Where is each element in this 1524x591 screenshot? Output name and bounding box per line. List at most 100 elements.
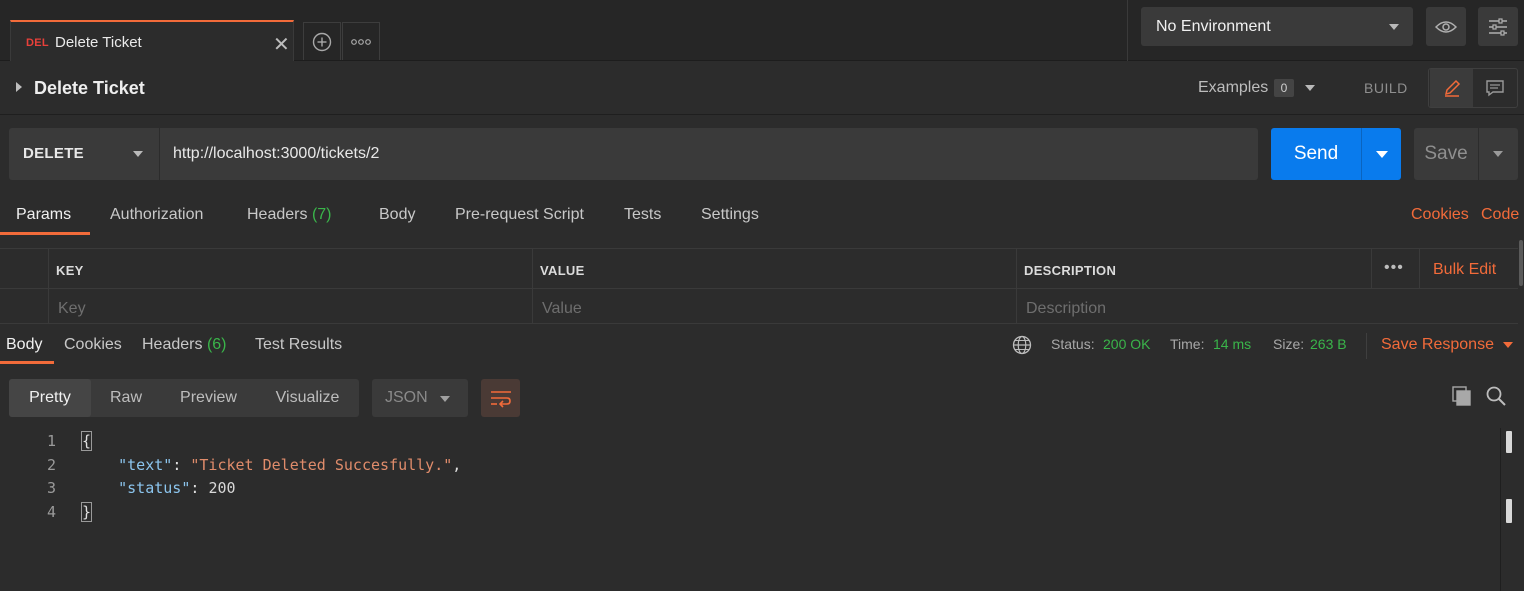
comments-button[interactable] — [1473, 69, 1516, 107]
code-line: "text": "Ticket Deleted Succesfully.", — [118, 456, 462, 474]
search-icon[interactable] — [1485, 385, 1507, 407]
environment-divider — [1127, 0, 1128, 61]
eye-icon — [1435, 20, 1457, 33]
request-title-bar — [0, 61, 1524, 115]
more-tabs-button[interactable] — [342, 22, 380, 60]
column-divider — [1371, 249, 1372, 288]
http-method-select[interactable]: DELETE — [9, 128, 160, 180]
params-scrollbar[interactable] — [1519, 240, 1523, 286]
open-brace: { — [80, 431, 93, 451]
params-table: KEY VALUE DESCRIPTION ••• Bulk Edit Key … — [0, 248, 1518, 324]
tab-settings[interactable]: Settings — [701, 206, 759, 224]
code-scrollbar-top[interactable] — [1506, 431, 1512, 453]
active-response-tab-indicator — [0, 361, 54, 364]
line-number: 2 — [46, 456, 56, 474]
close-icon[interactable]: ✕ — [273, 32, 290, 57]
new-tab-button[interactable] — [303, 22, 341, 60]
save-response-button[interactable]: Save Response — [1381, 336, 1494, 354]
request-tab-delete-ticket[interactable]: DEL Delete Ticket ✕ — [10, 20, 294, 61]
tab-headers-count: (7) — [311, 206, 332, 223]
sliders-icon — [1489, 17, 1507, 36]
comment-icon — [1485, 80, 1504, 97]
param-key-input[interactable]: Key — [58, 300, 86, 318]
tab-tests[interactable]: Tests — [624, 206, 661, 224]
chevron-right-icon[interactable] — [16, 82, 22, 92]
edit-mode-button[interactable] — [1430, 69, 1473, 107]
tab-title: Delete Ticket — [55, 34, 142, 51]
wrap-lines-button[interactable] — [481, 379, 520, 417]
param-value-input[interactable]: Value — [542, 300, 582, 318]
code-line: { — [80, 431, 93, 451]
code-viewer-divider — [1500, 428, 1501, 591]
url-input[interactable]: http://localhost:3000/tickets/2 — [160, 128, 1258, 180]
pencil-icon — [1444, 79, 1460, 97]
column-header-description: DESCRIPTION — [1024, 263, 1117, 278]
chevron-down-icon — [1376, 151, 1388, 158]
line-number: 1 — [46, 432, 56, 450]
send-button[interactable]: Send — [1271, 128, 1361, 180]
more-options-icon[interactable]: ••• — [1384, 259, 1404, 277]
tab-pre-request-script[interactable]: Pre-request Script — [455, 206, 584, 224]
save-options-button[interactable] — [1478, 128, 1518, 180]
column-header-value: VALUE — [540, 263, 585, 278]
code-line: "status": 200 — [118, 479, 236, 497]
column-divider — [1419, 249, 1420, 288]
tab-method-badge: DEL — [26, 37, 49, 49]
tab-headers-label: Headers — [247, 206, 308, 223]
format-raw-button[interactable]: Raw — [91, 379, 161, 417]
line-number: 4 — [46, 503, 56, 521]
tab-body[interactable]: Body — [379, 206, 415, 224]
response-tab-headers-label: Headers — [142, 336, 203, 353]
column-divider — [48, 249, 49, 324]
close-brace: } — [80, 502, 93, 522]
chevron-down-icon — [133, 151, 143, 157]
code-scrollbar-bottom[interactable] — [1506, 499, 1512, 523]
response-tab-test-results[interactable]: Test Results — [255, 336, 342, 354]
manage-environments-button[interactable] — [1478, 7, 1518, 46]
response-tab-cookies[interactable]: Cookies — [64, 336, 122, 354]
size-label: Size: — [1273, 336, 1305, 352]
response-tab-body[interactable]: Body — [6, 336, 42, 354]
chevron-down-icon[interactable] — [1305, 85, 1315, 91]
tab-authorization[interactable]: Authorization — [110, 206, 203, 224]
examples-count-badge: 0 — [1274, 79, 1294, 97]
tab-params[interactable]: Params — [16, 206, 71, 224]
response-tab-headers-count: (6) — [206, 336, 227, 353]
globe-icon[interactable] — [1012, 335, 1032, 355]
format-visualize-button[interactable]: Visualize — [256, 379, 359, 417]
column-divider — [1016, 249, 1017, 324]
cookies-link[interactable]: Cookies — [1411, 206, 1469, 224]
more-horizontal-icon — [351, 38, 371, 45]
bulk-edit-link[interactable]: Bulk Edit — [1433, 261, 1496, 279]
chevron-down-icon — [1389, 24, 1399, 30]
response-tab-headers[interactable]: Headers (6) — [142, 336, 227, 354]
body-language-select[interactable]: JSON — [372, 379, 468, 417]
wrap-lines-icon — [490, 391, 511, 408]
json-key-status: "status" — [118, 479, 191, 497]
chevron-down-icon — [440, 396, 450, 402]
copy-icon[interactable] — [1451, 385, 1473, 407]
chevron-down-icon[interactable] — [1503, 342, 1513, 348]
param-description-input[interactable]: Description — [1026, 300, 1106, 318]
plus-circle-icon — [312, 32, 332, 51]
examples-dropdown[interactable]: Examples — [1198, 79, 1268, 97]
time-value: 14 ms — [1213, 336, 1252, 352]
response-meta-divider — [1366, 333, 1367, 359]
code-link[interactable]: Code — [1481, 206, 1519, 224]
response-body-viewer[interactable]: 1 2 3 4 { "text": "Ticket Deleted Succes… — [0, 428, 1500, 591]
active-tab-indicator — [0, 232, 90, 235]
send-options-button[interactable] — [1361, 128, 1401, 180]
format-pretty-button[interactable]: Pretty — [9, 379, 91, 417]
format-preview-button[interactable]: Preview — [161, 379, 256, 417]
environment-quick-look-button[interactable] — [1426, 7, 1466, 46]
build-mode-label: BUILD — [1364, 80, 1408, 96]
json-key-text: "text" — [118, 456, 173, 474]
tab-headers[interactable]: Headers (7) — [247, 206, 332, 224]
size-value: 263 B — [1310, 336, 1347, 352]
environment-select[interactable]: No Environment — [1141, 7, 1413, 46]
save-button[interactable]: Save — [1414, 128, 1478, 180]
code-line: } — [80, 502, 93, 522]
request-title[interactable]: Delete Ticket — [34, 78, 145, 99]
time-label: Time: — [1170, 336, 1205, 352]
body-format-group: Pretty Raw Preview Visualize — [9, 379, 359, 417]
